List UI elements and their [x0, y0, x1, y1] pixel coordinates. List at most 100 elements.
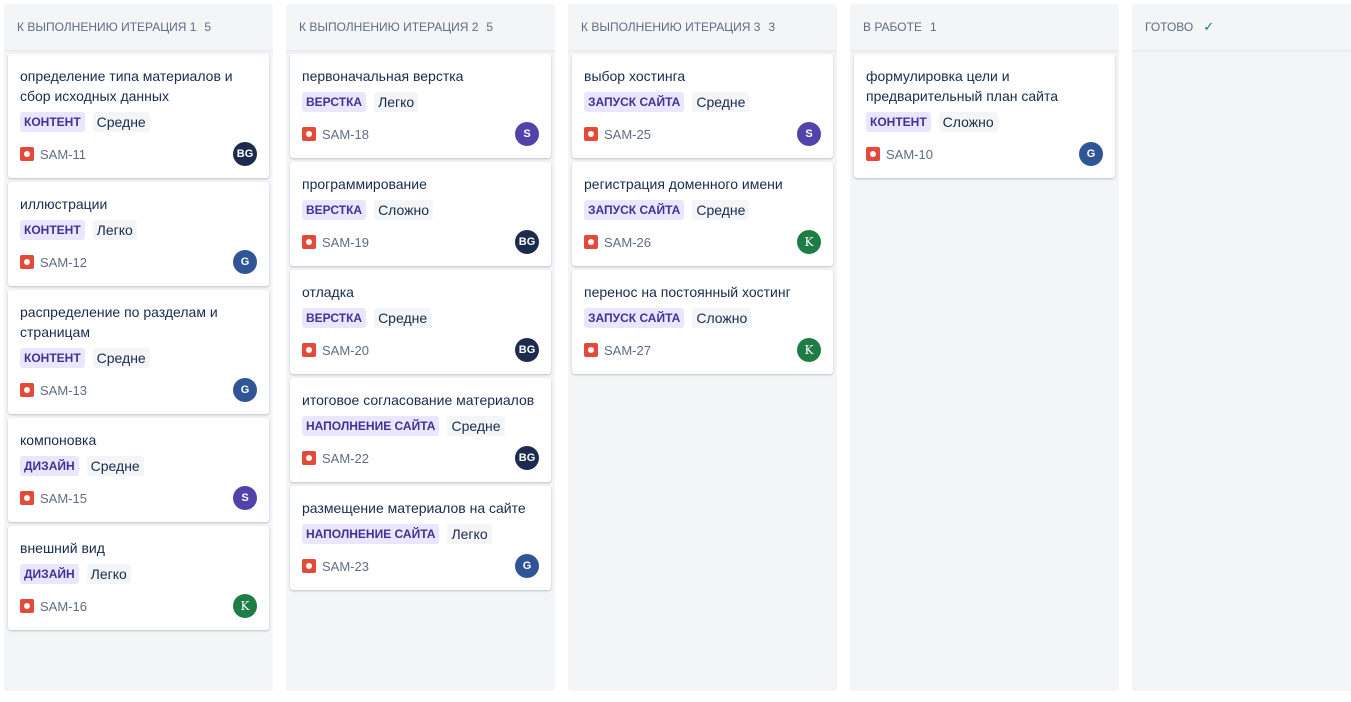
- complexity-label: Сложно: [938, 112, 998, 132]
- card-title: перенос на постоянный хостинг: [584, 284, 791, 300]
- column-header[interactable]: К ВЫПОЛНЕНИЮ ИТЕРАЦИЯ 3 3: [568, 4, 837, 52]
- avatar[interactable]: BG: [515, 446, 539, 470]
- epic-label: ВЕРСТКА: [302, 200, 367, 220]
- issue-card[interactable]: распределение по разделам и страницам КО…: [8, 290, 269, 414]
- complexity-label: Легко: [447, 524, 492, 544]
- column-header[interactable]: В РАБОТЕ 1: [850, 4, 1119, 52]
- card-list: выбор хостинга ЗАПУСК САЙТА Средне SAM-2…: [568, 52, 837, 374]
- card-title: размещение материалов на сайте: [302, 500, 526, 516]
- issue-key[interactable]: SAM-12: [40, 255, 87, 270]
- avatar[interactable]: K: [797, 338, 821, 362]
- complexity-label: Сложно: [374, 200, 434, 220]
- issue-card[interactable]: отладка ВЕРСТКА Средне SAM-20 BG: [290, 270, 551, 374]
- issue-key[interactable]: SAM-13: [40, 383, 87, 398]
- bug-icon: [302, 235, 316, 249]
- issue-key[interactable]: SAM-25: [604, 127, 651, 142]
- issue-card[interactable]: регистрация доменного имени ЗАПУСК САЙТА…: [572, 162, 833, 266]
- issue-key[interactable]: SAM-10: [886, 147, 933, 162]
- issue-key[interactable]: SAM-20: [322, 343, 369, 358]
- epic-label: ДИЗАЙН: [20, 456, 79, 476]
- issue-key[interactable]: SAM-11: [40, 147, 86, 162]
- issue-key[interactable]: SAM-26: [604, 235, 651, 250]
- avatar[interactable]: G: [1079, 142, 1103, 166]
- issue-card[interactable]: иллюстрации КОНТЕНТ Легко SAM-12 G: [8, 182, 269, 286]
- issue-card[interactable]: перенос на постоянный хостинг ЗАПУСК САЙ…: [572, 270, 833, 374]
- bug-icon: [584, 127, 598, 141]
- complexity-label: Средне: [374, 308, 432, 328]
- epic-label: НАПОЛНЕНИЕ САЙТА: [302, 416, 440, 436]
- column-todo-iteration-2: К ВЫПОЛНЕНИЮ ИТЕРАЦИЯ 2 5 первоначальная…: [286, 4, 555, 691]
- epic-label: КОНТЕНТ: [20, 220, 85, 240]
- issue-card[interactable]: компоновка ДИЗАЙН Средне SAM-15 S: [8, 418, 269, 522]
- column-todo-iteration-1: К ВЫПОЛНЕНИЮ ИТЕРАЦИЯ 1 5 определение ти…: [4, 4, 273, 691]
- issue-card[interactable]: определение типа материалов и сбор исход…: [8, 54, 269, 178]
- issue-key[interactable]: SAM-16: [40, 599, 87, 614]
- issue-card[interactable]: первоначальная верстка ВЕРСТКА Легко SAM…: [290, 54, 551, 158]
- column-title: ГОТОВО: [1145, 20, 1194, 34]
- issue-key[interactable]: SAM-18: [322, 127, 369, 142]
- card-title: программирование: [302, 176, 427, 192]
- epic-label: ЗАПУСК САЙТА: [584, 92, 685, 112]
- card-list: формулировка цели и предварительный план…: [850, 52, 1119, 178]
- avatar[interactable]: K: [233, 594, 257, 618]
- complexity-label: Легко: [92, 220, 137, 240]
- column-header[interactable]: К ВЫПОЛНЕНИЮ ИТЕРАЦИЯ 2 5: [286, 4, 555, 52]
- avatar[interactable]: G: [233, 378, 257, 402]
- complexity-label: Сложно: [692, 308, 752, 328]
- card-title: внешний вид: [20, 540, 105, 556]
- card-title: отладка: [302, 284, 354, 300]
- issue-card[interactable]: размещение материалов на сайте НАПОЛНЕНИ…: [290, 486, 551, 590]
- issue-card[interactable]: внешний вид ДИЗАЙН Легко SAM-16 K: [8, 526, 269, 630]
- column-title: К ВЫПОЛНЕНИЮ ИТЕРАЦИЯ 3: [581, 20, 761, 34]
- column-count: 3: [768, 20, 776, 34]
- avatar[interactable]: G: [515, 554, 539, 578]
- epic-label: НАПОЛНЕНИЕ САЙТА: [302, 524, 440, 544]
- board: К ВЫПОЛНЕНИЮ ИТЕРАЦИЯ 1 5 определение ти…: [0, 0, 1351, 702]
- issue-card[interactable]: выбор хостинга ЗАПУСК САЙТА Средне SAM-2…: [572, 54, 833, 158]
- avatar[interactable]: G: [233, 250, 257, 274]
- column-in-progress: В РАБОТЕ 1 формулировка цели и предварит…: [850, 4, 1119, 691]
- card-title: итоговое согласование материалов: [302, 392, 535, 408]
- issue-card[interactable]: программирование ВЕРСТКА Сложно SAM-19 B…: [290, 162, 551, 266]
- column-done: ГОТОВО ✓: [1132, 4, 1351, 691]
- bug-icon: [584, 343, 598, 357]
- column-count: 1: [929, 20, 937, 34]
- complexity-label: Средне: [692, 200, 750, 220]
- issue-key[interactable]: SAM-27: [604, 343, 651, 358]
- issue-key[interactable]: SAM-22: [322, 451, 369, 466]
- complexity-label: Легко: [374, 92, 419, 112]
- bug-icon: [584, 235, 598, 249]
- avatar[interactable]: BG: [233, 142, 257, 166]
- avatar[interactable]: S: [515, 122, 539, 146]
- column-title: К ВЫПОЛНЕНИЮ ИТЕРАЦИЯ 2: [299, 20, 479, 34]
- bug-icon: [866, 147, 880, 161]
- avatar[interactable]: K: [797, 230, 821, 254]
- bug-icon: [20, 383, 34, 397]
- bug-icon: [20, 491, 34, 505]
- epic-label: ВЕРСТКА: [302, 308, 367, 328]
- bug-icon: [302, 559, 316, 573]
- avatar[interactable]: BG: [515, 230, 539, 254]
- column-header[interactable]: ГОТОВО ✓: [1132, 4, 1351, 52]
- issue-key[interactable]: SAM-19: [322, 235, 369, 250]
- avatar[interactable]: S: [233, 486, 257, 510]
- column-header[interactable]: К ВЫПОЛНЕНИЮ ИТЕРАЦИЯ 1 5: [4, 4, 273, 52]
- card-title: иллюстрации: [20, 196, 108, 212]
- card-title: компоновка: [20, 432, 97, 448]
- avatar[interactable]: BG: [515, 338, 539, 362]
- complexity-label: Легко: [86, 564, 131, 584]
- checkmark-icon: ✓: [1203, 19, 1215, 34]
- card-title: формулировка цели и предварительный план…: [866, 68, 1059, 104]
- column-count: 5: [204, 20, 212, 34]
- issue-card[interactable]: формулировка цели и предварительный план…: [854, 54, 1115, 178]
- column-title: К ВЫПОЛНЕНИЮ ИТЕРАЦИЯ 1: [17, 20, 197, 34]
- column-title: В РАБОТЕ: [863, 20, 922, 34]
- complexity-label: Средне: [692, 92, 750, 112]
- card-title: выбор хостинга: [584, 68, 686, 84]
- avatar[interactable]: S: [797, 122, 821, 146]
- epic-label: КОНТЕНТ: [866, 112, 931, 132]
- bug-icon: [302, 343, 316, 357]
- issue-key[interactable]: SAM-15: [40, 491, 87, 506]
- issue-key[interactable]: SAM-23: [322, 559, 369, 574]
- issue-card[interactable]: итоговое согласование материалов НАПОЛНЕ…: [290, 378, 551, 482]
